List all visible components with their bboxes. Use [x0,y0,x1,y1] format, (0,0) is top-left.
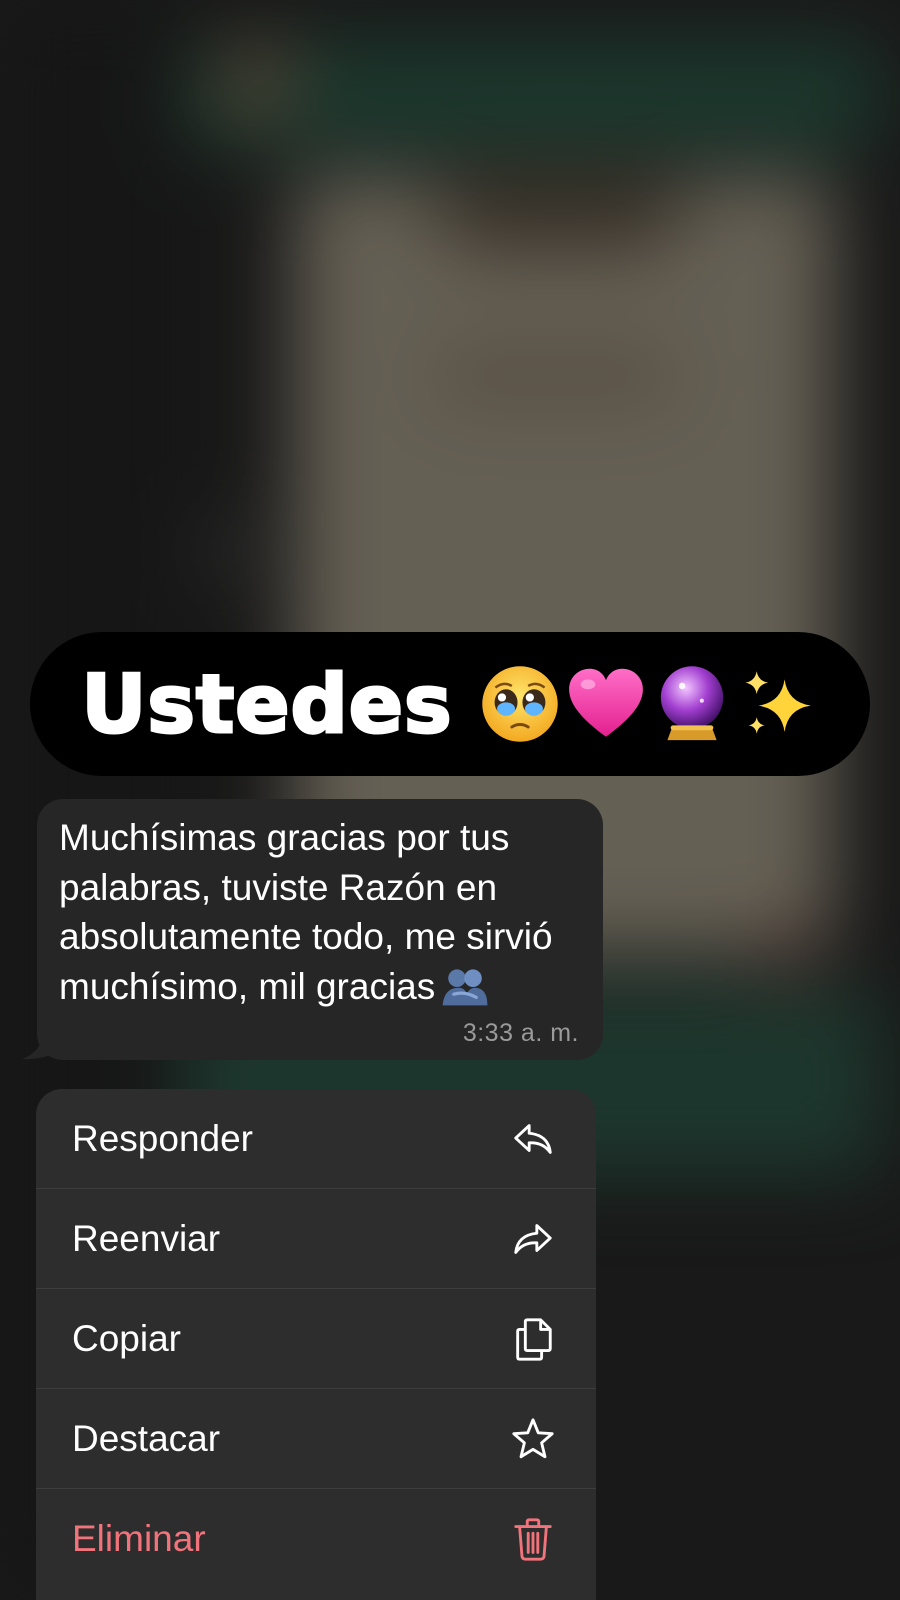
menu-item-destacar[interactable]: Destacar [36,1389,596,1489]
crystal-ball-emoji [660,666,723,741]
context-menu: Responder Reenviar Copiar Destacar Elimi… [36,1089,596,1600]
menu-item-responder[interactable]: Responder [36,1089,596,1189]
trash-icon [514,1518,552,1561]
pink-heart-emoji [568,668,643,737]
sticker-text: Ustedes [80,656,453,752]
menu-item-eliminar[interactable]: Eliminar [36,1489,596,1589]
sticker-emojis [479,663,819,745]
sticker-message: Ustedes [30,632,870,776]
menu-item-copiar[interactable]: Copiar [36,1289,596,1389]
sparkles-emoji [744,671,811,734]
message-timestamp: 3:33 a. m. [462,1019,579,1047]
menu-item-reenviar[interactable]: Reenviar [36,1189,596,1289]
menu-item-label: Responder [72,1117,254,1159]
forward-icon [514,1223,552,1254]
copy-icon [516,1317,552,1361]
star-icon [512,1417,554,1458]
message-text: Muchísimas gracias por tus palabras, tuv… [59,817,553,1007]
menu-item-label: Destacar [72,1417,221,1459]
people-hugging-emoji [442,968,488,1005]
menu-item-label: Copiar [72,1317,181,1359]
reply-icon [514,1123,552,1154]
menu-item-label: Eliminar [72,1518,206,1559]
pleading-face-emoji [481,666,558,742]
message-bubble[interactable]: Muchísimas gracias por tus palabras, tuv… [37,799,603,1060]
menu-item-label: Reenviar [72,1217,221,1259]
